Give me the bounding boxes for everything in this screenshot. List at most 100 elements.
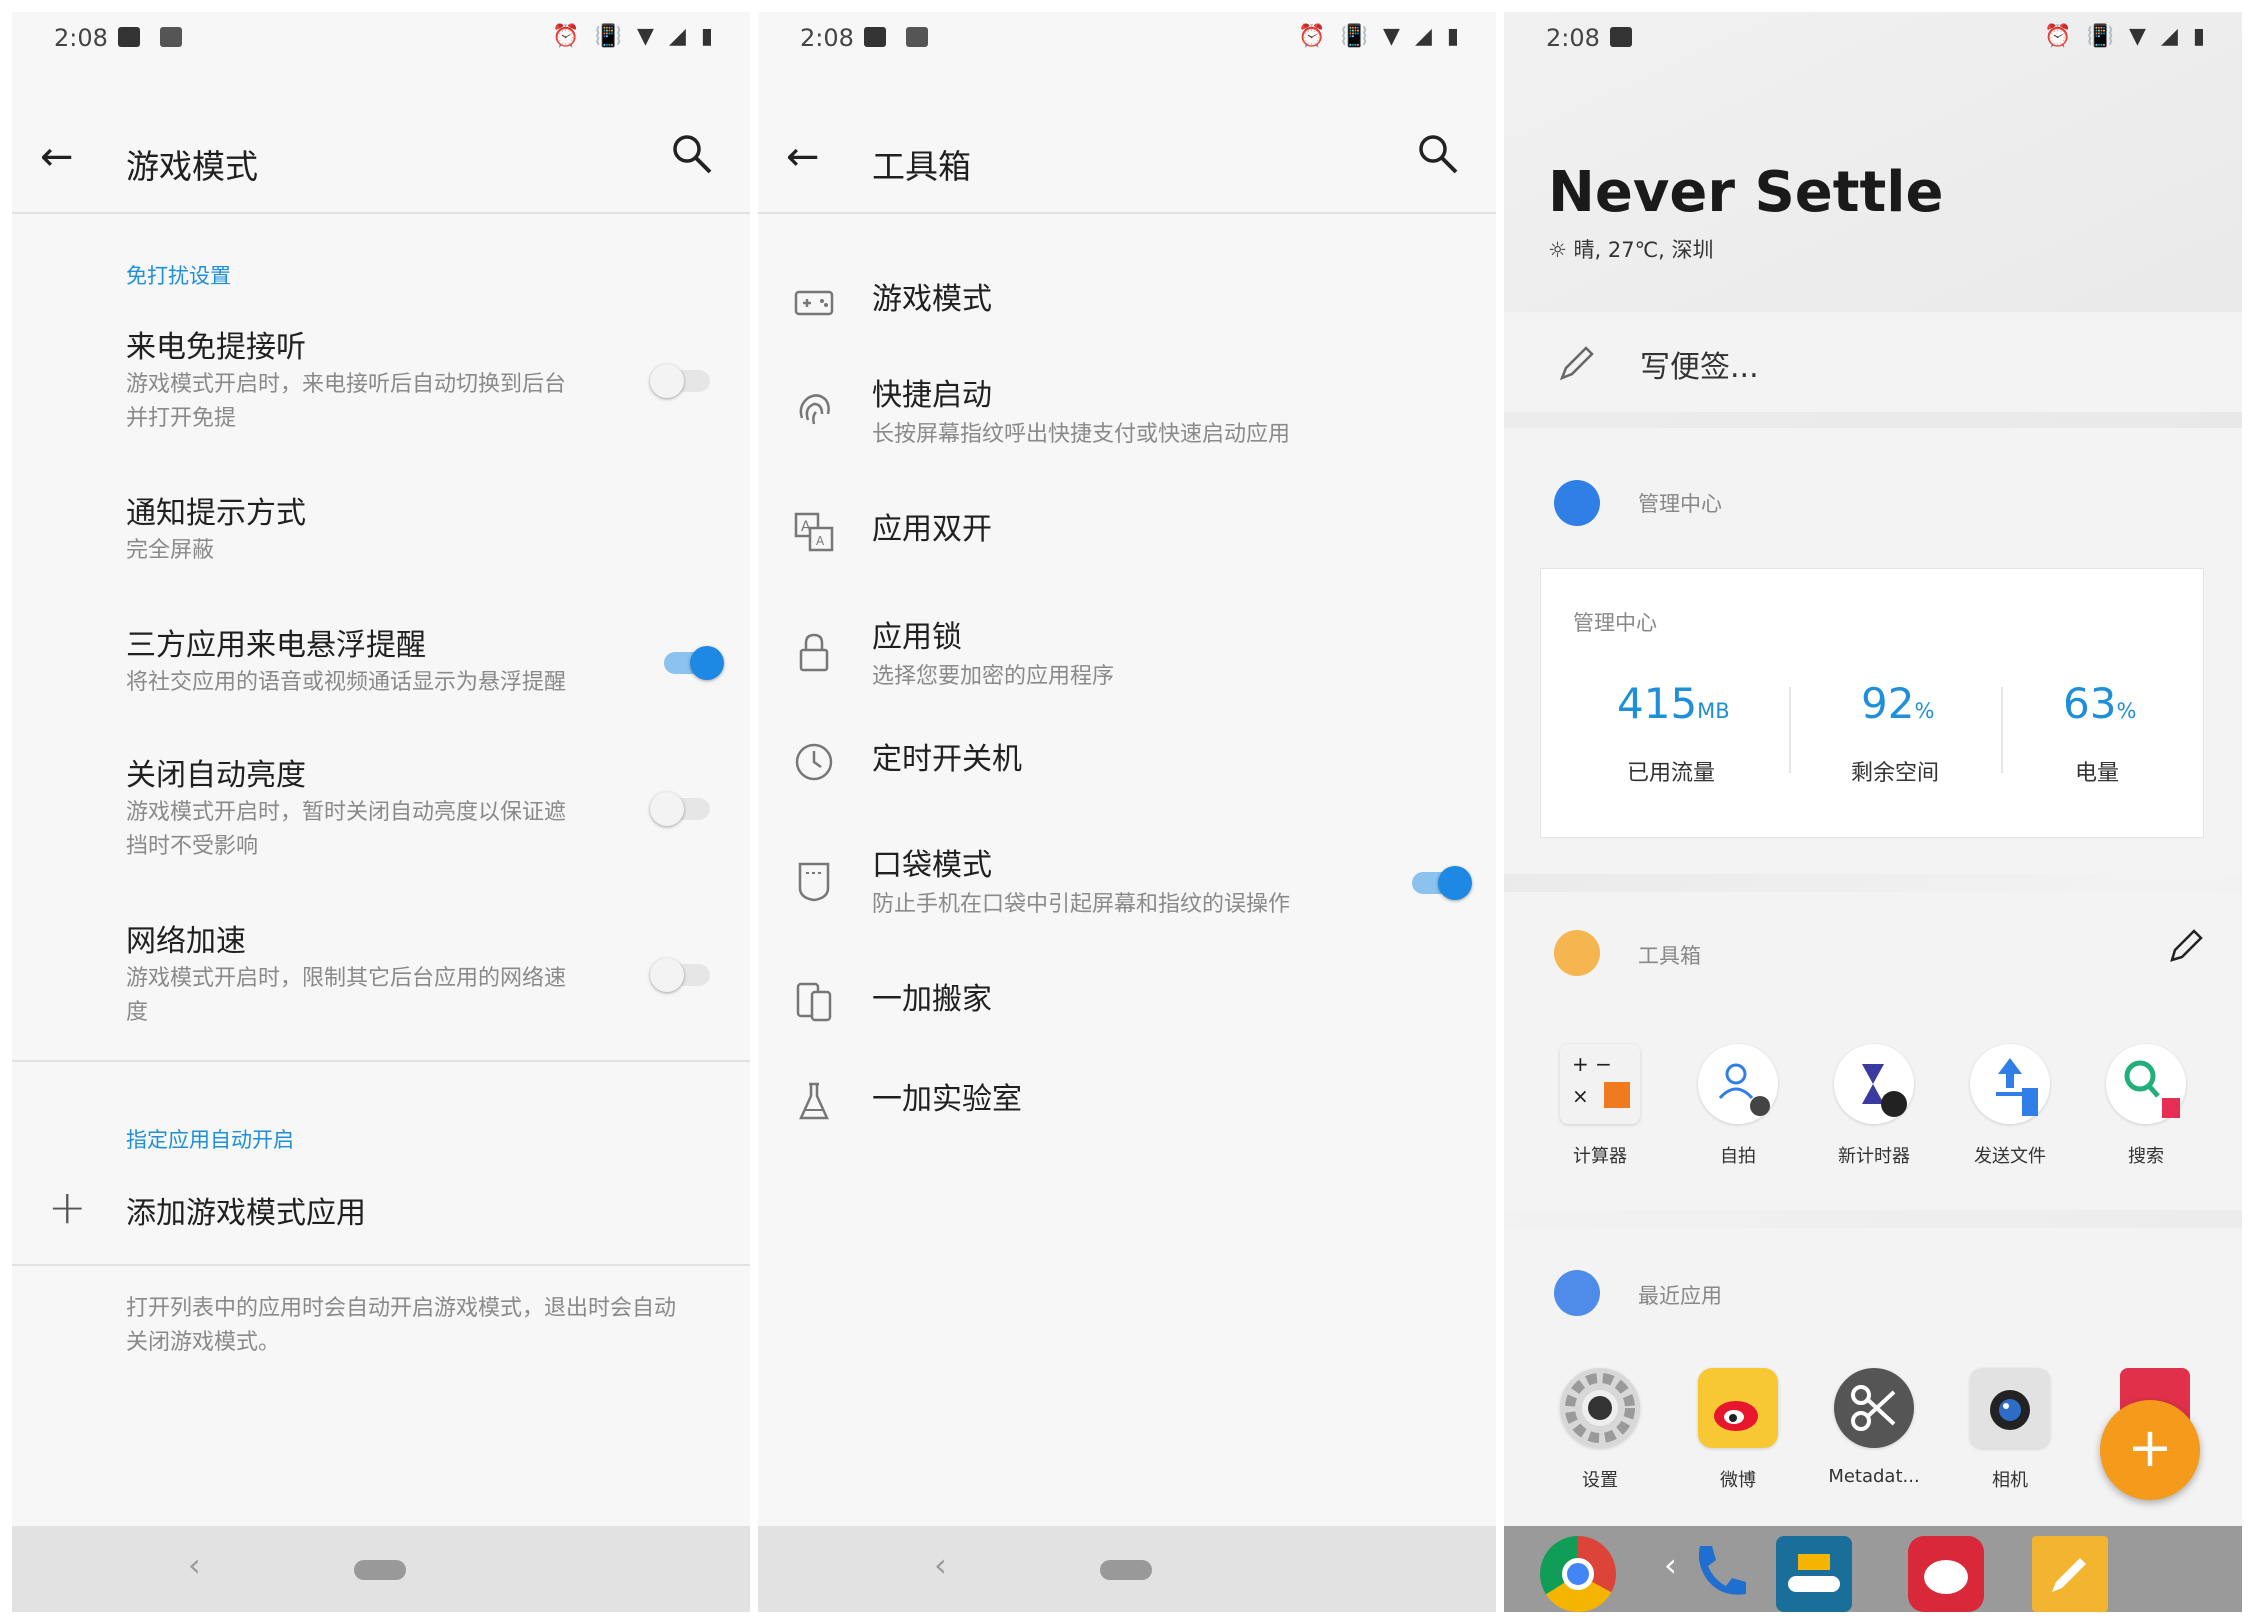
plus-icon[interactable]: + xyxy=(48,1180,87,1234)
stats-panel-title: 管理中心 xyxy=(1573,611,1657,635)
youtube-notification-icon xyxy=(1610,27,1632,47)
divider xyxy=(758,212,1496,214)
chrome-icon[interactable] xyxy=(1540,1536,1616,1612)
flask-icon xyxy=(799,1082,829,1120)
svg-text:A: A xyxy=(801,519,811,535)
section-header-apps: 指定应用自动开启 xyxy=(126,1128,294,1152)
search-icon[interactable] xyxy=(1414,130,1462,178)
wifi-icon: ▼ xyxy=(637,24,655,49)
setting-item[interactable]: 来电免提接听 游戏模式开启时，来电接听后自动切换到后台 并打开免提 xyxy=(126,328,606,436)
tool-label: 计算器 xyxy=(1573,1146,1627,1167)
image-notification-icon xyxy=(906,27,928,47)
app-label: Metadat... xyxy=(1828,1466,1920,1487)
store-icon[interactable] xyxy=(1908,1536,1984,1612)
recent-app-weibo[interactable]: 微博 xyxy=(1688,1368,1788,1492)
tool-calculator[interactable]: + − × 计算器 xyxy=(1550,1044,1650,1168)
camera-icon xyxy=(1970,1368,2050,1448)
setting-title: 网络加速 xyxy=(126,924,246,959)
nav-home-pill[interactable] xyxy=(1100,1560,1152,1580)
divider xyxy=(12,212,750,214)
nav-back-icon[interactable]: ‹ xyxy=(1664,1546,1677,1584)
page-title: 工具箱 xyxy=(872,147,971,186)
add-fab-button[interactable]: + xyxy=(2100,1400,2200,1500)
toolbox-item-title: 一加搬家 xyxy=(872,982,992,1017)
toggle-switch-off[interactable] xyxy=(650,364,714,398)
note-card[interactable]: 写便签... xyxy=(1504,312,2242,412)
wallet-icon[interactable] xyxy=(1776,1536,1852,1612)
add-game-app-label: 添加游戏模式应用 xyxy=(126,1196,366,1231)
add-game-app-item[interactable]: 添加游戏模式应用 xyxy=(126,1194,606,1234)
recent-app-metadata[interactable]: Metadat... xyxy=(1824,1368,1924,1487)
setting-subtitle: 游戏模式开启时，暂时关闭自动亮度以保证遮 xyxy=(126,800,567,825)
free-space-value: 92% xyxy=(1861,679,1935,728)
data-usage-label: 已用流量 xyxy=(1627,761,1716,786)
alarm-icon: ⏰ xyxy=(1298,24,1327,49)
toolbox-item-subtitle: 选择您要加密的应用程序 xyxy=(872,664,1115,689)
setting-subtitle: 并打开免提 xyxy=(126,406,237,431)
setting-item[interactable]: 关闭自动亮度 游戏模式开启时，暂时关闭自动亮度以保证遮 挡时不受影响 xyxy=(126,756,606,864)
toolbox-item-title: 快捷启动 xyxy=(872,378,992,413)
footer-line: 打开列表中的应用时会自动开启游戏模式，退出时会自动 xyxy=(126,1296,677,1321)
wifi-icon: ▼ xyxy=(1383,24,1401,49)
recent-apps-header: 最近应用 xyxy=(1638,1284,1722,1308)
back-arrow-icon[interactable]: ← xyxy=(786,134,820,180)
tool-label: 搜索 xyxy=(2128,1146,2164,1167)
app-label: 设置 xyxy=(1582,1470,1618,1491)
toolbox-item-subtitle: 防止手机在口袋中引起屏幕和指纹的误操作 xyxy=(872,892,1291,917)
tool-search[interactable]: 搜索 xyxy=(2096,1044,2196,1168)
management-center-card[interactable]: 管理中心 管理中心 415MB 已用流量 92% 剩余空间 63% 电量 xyxy=(1504,428,2242,874)
back-arrow-icon[interactable]: ← xyxy=(40,134,74,180)
nav-home-pill[interactable] xyxy=(354,1560,406,1580)
signal-icon: ◢ xyxy=(1414,24,1433,49)
management-center-icon xyxy=(1554,480,1600,526)
tool-send-file[interactable]: 发送文件 xyxy=(1960,1044,2060,1168)
setting-item[interactable]: 三方应用来电悬浮提醒 将社交应用的语音或视频通话显示为悬浮提醒 xyxy=(126,626,606,700)
navigation-bar: ‹ xyxy=(758,1526,1496,1612)
youtube-notification-icon xyxy=(864,27,886,47)
game-mode-screen: 2:08 ⏰ 📳 ▼ ◢ ▮ ← 游戏模式 免打扰设置 来电免提接听 游戏模式开… xyxy=(12,12,750,1612)
setting-subtitle: 游戏模式开启时，来电接听后自动切换到后台 xyxy=(126,372,567,397)
toggle-switch-on[interactable] xyxy=(1410,866,1472,900)
toggle-switch-off[interactable] xyxy=(650,958,714,992)
notes-icon[interactable] xyxy=(2032,1536,2108,1612)
shelf-hero-title: Never Settle xyxy=(1548,160,1944,225)
status-time: 2:08 xyxy=(54,24,108,52)
vibrate-icon: 📳 xyxy=(594,24,624,49)
upload-icon xyxy=(1970,1044,2050,1124)
battery-icon: ▮ xyxy=(1446,24,1460,49)
recent-apps-icon xyxy=(1554,1270,1600,1316)
data-usage-value: 415MB xyxy=(1617,679,1730,728)
alarm-icon: ⏰ xyxy=(552,24,581,49)
setting-subtitle: 完全屏蔽 xyxy=(126,538,215,563)
toggle-switch-off[interactable] xyxy=(650,792,714,826)
edit-icon[interactable] xyxy=(2166,926,2206,966)
battery-icon: ▮ xyxy=(2192,24,2206,49)
recent-app-settings[interactable]: 设置 xyxy=(1550,1368,1650,1492)
toolbox-item-title: 定时开关机 xyxy=(872,742,1022,777)
phone-switch-icon xyxy=(796,982,832,1022)
nav-back-icon[interactable]: ‹ xyxy=(188,1546,201,1584)
tool-timer[interactable]: 新计时器 xyxy=(1824,1044,1924,1168)
pocket-icon xyxy=(798,862,830,902)
alarm-icon: ⏰ xyxy=(2044,24,2073,49)
search-icon[interactable] xyxy=(668,130,716,178)
management-center-header: 管理中心 xyxy=(1638,492,1722,516)
tool-selfie[interactable]: 自拍 xyxy=(1688,1044,1788,1168)
youtube-notification-icon xyxy=(118,27,140,47)
toolbox-item-subtitle: 长按屏幕指纹呼出快捷支付或快速启动应用 xyxy=(872,422,1291,447)
toolbox-card[interactable]: 工具箱 + − × 计算器 自拍 新计时器 发送文件 搜索 xyxy=(1504,892,2242,1210)
vibrate-icon: 📳 xyxy=(2086,24,2116,49)
setting-item[interactable]: 网络加速 游戏模式开启时，限制其它后台应用的网络速 度 xyxy=(126,922,606,1030)
nav-back-icon[interactable]: ‹ xyxy=(934,1546,947,1584)
weather-text: 晴, 27℃, 深圳 xyxy=(1573,238,1714,262)
recent-app-camera[interactable]: 相机 xyxy=(1960,1368,2060,1492)
app-label: 相机 xyxy=(1992,1470,2028,1491)
stats-panel[interactable]: 管理中心 415MB 已用流量 92% 剩余空间 63% 电量 xyxy=(1540,568,2204,838)
status-bar: 2:08 ⏰ 📳 ▼ ◢ ▮ xyxy=(1504,12,2242,66)
phone-icon[interactable] xyxy=(1680,1532,1760,1612)
note-placeholder: 写便签... xyxy=(1640,350,1759,385)
toolbox-header: 工具箱 xyxy=(1638,944,1701,968)
setting-item[interactable]: 通知提示方式 完全屏蔽 xyxy=(126,494,606,568)
signal-icon: ◢ xyxy=(2160,24,2179,49)
toggle-switch-on[interactable] xyxy=(662,646,724,680)
